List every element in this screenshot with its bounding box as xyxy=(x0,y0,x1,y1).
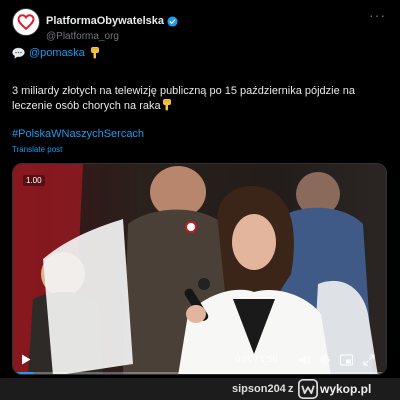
heart-logo-icon xyxy=(17,14,35,31)
video-time: 0:06 / 1:50 xyxy=(235,354,278,364)
fullscreen-icon[interactable] xyxy=(363,354,375,366)
watermark-site: wykop.pl xyxy=(320,382,372,396)
watermark-user: sipson204 xyxy=(232,383,286,395)
tweet-text: 3 miliardy złotych na telewizję publiczn… xyxy=(12,84,384,113)
account-avatar[interactable] xyxy=(12,8,40,36)
translate-post-link[interactable]: Translate post xyxy=(12,145,62,154)
more-options-icon[interactable]: ··· xyxy=(369,8,386,22)
wykop-logo-icon xyxy=(298,379,318,399)
video-progress-bar[interactable] xyxy=(13,372,386,374)
watermark-separator: z xyxy=(288,383,294,395)
video-player[interactable]: 1.00 0:06 / 1:50 xyxy=(12,163,387,375)
play-icon[interactable] xyxy=(21,354,31,365)
video-controls: 0:06 / 1:50 xyxy=(13,348,386,374)
hashtag-link[interactable]: #PolskaWNaszychSercach xyxy=(12,128,144,140)
pointing-down-hand-icon xyxy=(162,99,171,111)
verified-badge-icon xyxy=(167,16,178,27)
speech-balloon-icon xyxy=(12,47,25,59)
mention-line: @pomaska xyxy=(12,46,101,59)
account-handle[interactable]: @Platforma_org xyxy=(46,30,178,43)
account-display-name[interactable]: PlatformaObywatelska xyxy=(46,15,164,28)
volume-icon[interactable] xyxy=(298,354,311,366)
video-frame xyxy=(13,164,386,374)
video-progress-fill xyxy=(13,372,34,374)
mention-link[interactable]: @pomaska xyxy=(29,47,85,59)
tweet-header: PlatformaObywatelska @Platforma_org ··· xyxy=(12,8,388,43)
settings-icon[interactable] xyxy=(319,354,331,366)
watermark-bar: sipson204 z wykop.pl xyxy=(0,378,400,400)
tweet-text-content: 3 miliardy złotych na telewizję publiczn… xyxy=(12,85,356,112)
account-names: PlatformaObywatelska @Platforma_org xyxy=(46,11,178,43)
tweet-card: PlatformaObywatelska @Platforma_org ··· … xyxy=(0,0,400,378)
account-display-name-row[interactable]: PlatformaObywatelska xyxy=(46,15,178,28)
current-time: 0:06 xyxy=(235,354,253,364)
duration: 1:50 xyxy=(260,354,278,364)
picture-in-picture-icon[interactable] xyxy=(340,354,353,366)
pointing-down-hand-icon xyxy=(90,47,99,59)
playback-speed-label: 1.00 xyxy=(23,175,45,186)
